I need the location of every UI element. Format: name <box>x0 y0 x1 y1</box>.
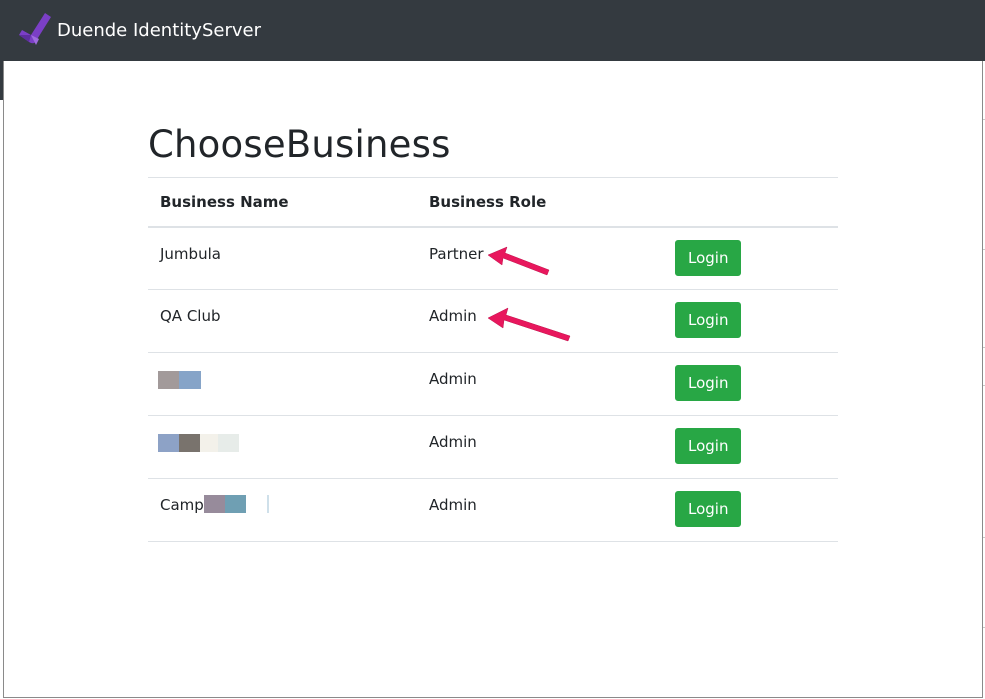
redacted-name <box>158 370 201 389</box>
brand-link[interactable]: Duende IdentityServer <box>17 12 261 48</box>
table-row: Admin Login <box>148 352 838 416</box>
login-button[interactable]: Login <box>675 365 742 401</box>
page-title: ChooseBusiness <box>148 123 451 166</box>
business-name-cell <box>148 415 417 479</box>
login-button[interactable]: Login <box>675 239 742 276</box>
redacted-name <box>203 494 269 513</box>
business-name-cell: Camp <box>148 478 417 542</box>
annotation-arrow-icon <box>487 246 550 276</box>
redacted-name <box>158 433 239 452</box>
login-button[interactable]: Login <box>675 491 742 527</box>
column-header-action <box>663 177 838 228</box>
login-button[interactable]: Login <box>675 302 742 338</box>
navbar: Duende IdentityServer <box>0 0 985 61</box>
business-name-cell <box>148 352 417 416</box>
duende-logo-icon <box>19 13 51 45</box>
brand-name: Duende IdentityServer <box>57 19 261 41</box>
table-header-row: Business Name Business Role <box>148 177 838 228</box>
business-name-cell: Jumbula <box>148 226 417 290</box>
annotation-arrow-icon <box>487 307 571 342</box>
business-role-cell: Admin <box>417 352 663 416</box>
login-button[interactable]: Login <box>675 428 742 464</box>
business-role-cell: Admin <box>417 415 663 479</box>
business-name-cell: QA Club <box>148 289 417 353</box>
business-name-text: Camp <box>160 496 204 514</box>
table-row: Camp Admin Login <box>148 478 838 542</box>
column-header-business-name: Business Name <box>148 177 417 228</box>
business-table: Business Name Business Role Jumbula Part… <box>148 177 838 542</box>
column-header-business-role: Business Role <box>417 177 663 228</box>
table-row: Admin Login <box>148 415 838 479</box>
business-role-cell: Admin <box>417 478 663 542</box>
